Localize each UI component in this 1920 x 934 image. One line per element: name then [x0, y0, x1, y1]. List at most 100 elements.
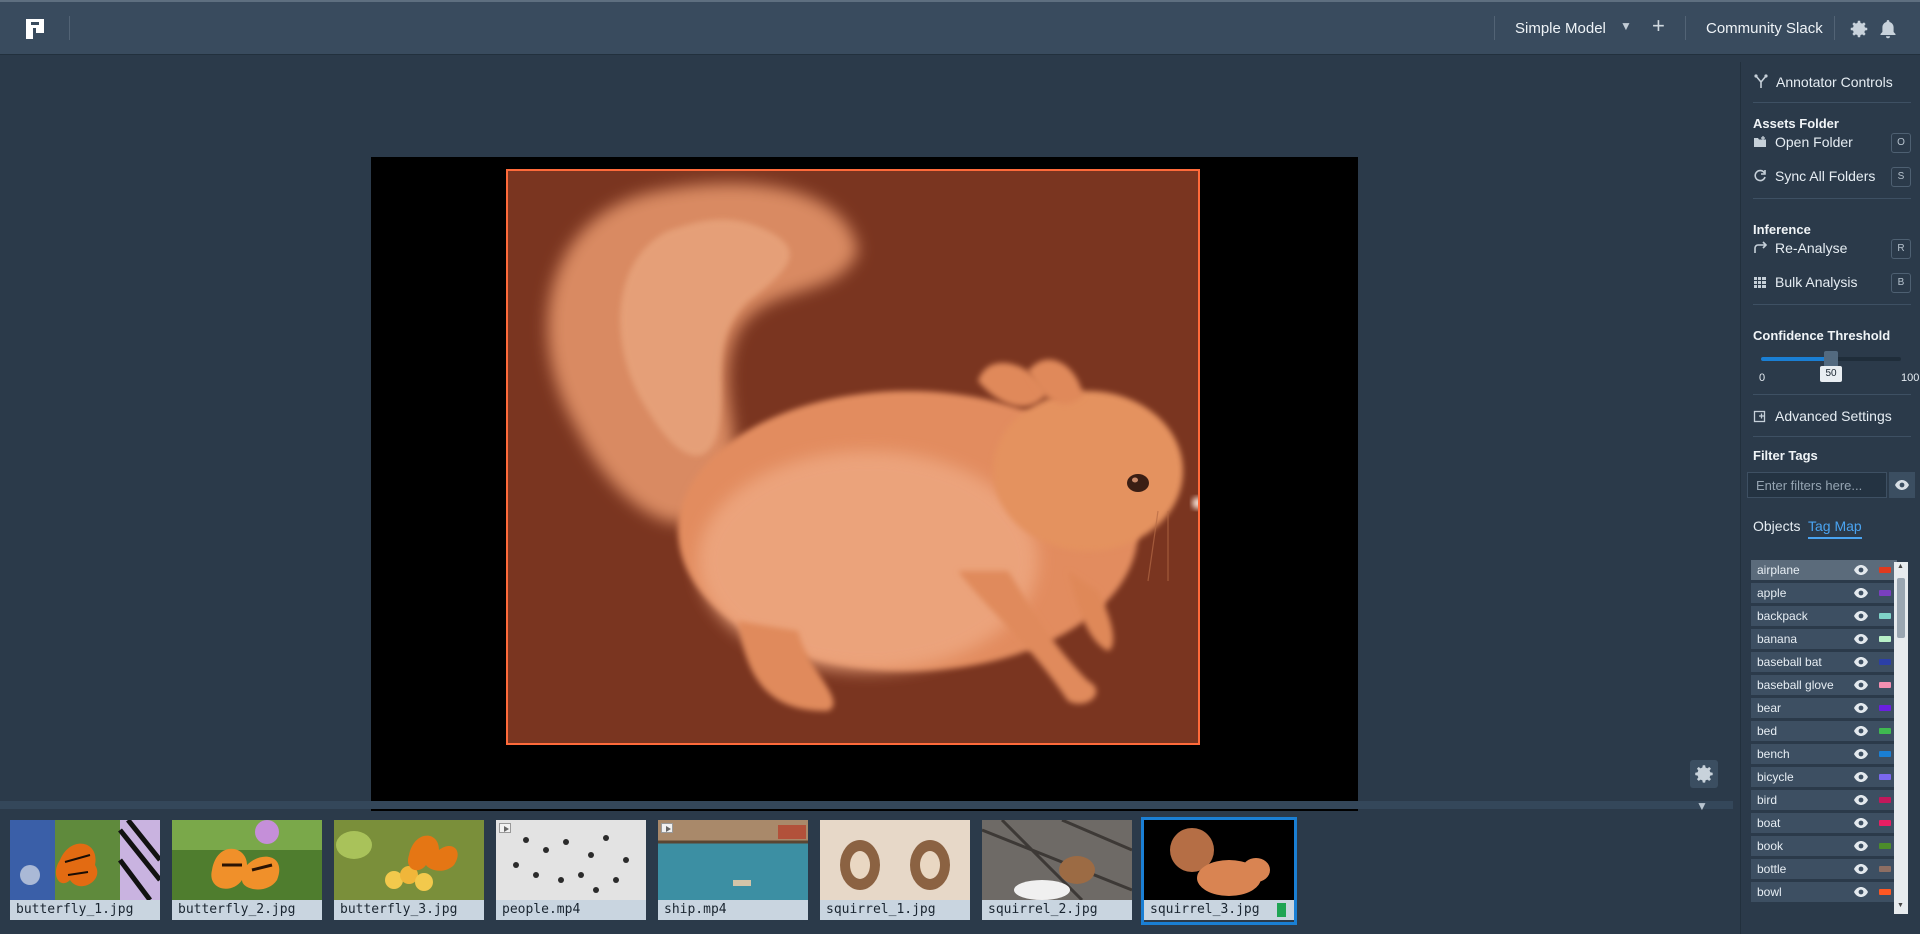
- external-settings-icon: [1753, 409, 1767, 423]
- filter-visibility-button[interactable]: [1889, 472, 1915, 498]
- squirrel-figure: [547, 183, 1198, 711]
- thumbnail[interactable]: butterfly_3.jpg: [334, 820, 484, 922]
- open-folder-button[interactable]: Open Folder O: [1753, 130, 1911, 154]
- scroll-up-icon[interactable]: ▲: [1897, 563, 1904, 570]
- bounding-box-airplane[interactable]: [506, 169, 1200, 745]
- tag-color-swatch[interactable]: [1879, 590, 1891, 596]
- tag-color-swatch[interactable]: [1879, 820, 1891, 826]
- community-slack-link[interactable]: Community Slack: [1706, 20, 1823, 37]
- panel-title: Annotator Controls: [1776, 74, 1893, 90]
- tag-color-swatch[interactable]: [1879, 659, 1891, 665]
- tag-list-scrollbar[interactable]: ▲ ▼: [1894, 562, 1908, 914]
- tag-row[interactable]: bird: [1751, 790, 1897, 810]
- advanced-settings-button[interactable]: Advanced Settings: [1753, 404, 1911, 428]
- gear-icon: [1695, 765, 1713, 783]
- tag-row[interactable]: airplane: [1751, 560, 1897, 580]
- shortcut-key: S: [1891, 167, 1911, 187]
- thumbnail[interactable]: butterfly_1.jpg: [10, 820, 160, 922]
- eye-icon[interactable]: [1853, 610, 1869, 622]
- eye-icon[interactable]: [1853, 679, 1869, 691]
- gear-icon[interactable]: [1848, 18, 1870, 40]
- tag-row[interactable]: bowl: [1751, 882, 1897, 902]
- tag-color-swatch[interactable]: [1879, 889, 1891, 895]
- thumbnail-label: people.mp4: [496, 900, 646, 920]
- eye-icon[interactable]: [1853, 587, 1869, 599]
- thumbnail[interactable]: butterfly_2.jpg: [172, 820, 322, 922]
- slider-handle[interactable]: [1824, 351, 1838, 367]
- thumbnail-label: squirrel_1.jpg: [820, 900, 970, 920]
- tab-objects[interactable]: Objects: [1753, 518, 1800, 534]
- sync-folders-button[interactable]: Sync All Folders S: [1753, 164, 1911, 188]
- tag-row[interactable]: backpack: [1751, 606, 1897, 626]
- tag-row[interactable]: banana: [1751, 629, 1897, 649]
- thumbnail-label: squirrel_2.jpg: [982, 900, 1132, 920]
- tag-color-swatch[interactable]: [1879, 613, 1891, 619]
- tag-row[interactable]: bench: [1751, 744, 1897, 764]
- bulk-analysis-button[interactable]: Bulk Analysis B: [1753, 270, 1911, 294]
- thumbnail[interactable]: people.mp4: [496, 820, 646, 922]
- eye-icon[interactable]: [1853, 564, 1869, 576]
- tag-color-swatch[interactable]: [1879, 728, 1891, 734]
- eye-icon[interactable]: [1853, 863, 1869, 875]
- tag-color-swatch[interactable]: [1879, 636, 1891, 642]
- annotation-canvas[interactable]: ▼: [0, 55, 1733, 815]
- tag-color-swatch[interactable]: [1879, 866, 1891, 872]
- eye-icon[interactable]: [1853, 886, 1869, 898]
- canvas-settings-button[interactable]: [1690, 760, 1718, 788]
- eye-icon[interactable]: [1853, 840, 1869, 852]
- eye-icon[interactable]: [1853, 656, 1869, 668]
- thumbnail-image: [10, 820, 160, 900]
- horizontal-scrollbar[interactable]: [0, 801, 1733, 809]
- refresh-icon: [1753, 169, 1767, 183]
- tag-row[interactable]: baseball glove: [1751, 675, 1897, 695]
- thumbnail-selected[interactable]: squirrel_3.jpg: [1141, 817, 1297, 925]
- tag-label: book: [1757, 839, 1784, 853]
- eye-icon[interactable]: [1853, 702, 1869, 714]
- thumbnail[interactable]: squirrel_2.jpg: [982, 820, 1132, 922]
- tag-color-swatch[interactable]: [1879, 705, 1891, 711]
- tag-row[interactable]: baseball bat: [1751, 652, 1897, 672]
- tag-row[interactable]: bicycle: [1751, 767, 1897, 787]
- divider: [1494, 16, 1495, 40]
- tag-color-swatch[interactable]: [1879, 682, 1891, 688]
- tag-label: bear: [1757, 701, 1782, 715]
- bell-icon[interactable]: [1879, 19, 1897, 39]
- assets-folder-title: Assets Folder: [1753, 116, 1839, 131]
- add-model-button[interactable]: +: [1652, 13, 1665, 39]
- reanalyse-button[interactable]: Re-Analyse R: [1753, 236, 1911, 260]
- divider: [1753, 198, 1911, 199]
- eye-icon[interactable]: [1853, 633, 1869, 645]
- thumbnail[interactable]: squirrel_1.jpg: [820, 820, 970, 922]
- panel-header[interactable]: Annotator Controls: [1753, 74, 1893, 90]
- eye-icon[interactable]: [1853, 817, 1869, 829]
- tag-row[interactable]: book: [1751, 836, 1897, 856]
- eye-icon[interactable]: [1853, 725, 1869, 737]
- tag-color-swatch[interactable]: [1879, 751, 1891, 757]
- chevron-down-icon[interactable]: ▼: [1620, 19, 1632, 33]
- thumbnail[interactable]: ship.mp4: [658, 820, 808, 922]
- filter-tags-input[interactable]: [1747, 472, 1887, 498]
- app-logo-icon[interactable]: [22, 16, 48, 42]
- scrollbar-thumb[interactable]: [1897, 578, 1905, 638]
- eye-icon[interactable]: [1853, 794, 1869, 806]
- tag-color-swatch[interactable]: [1879, 797, 1891, 803]
- confidence-slider[interactable]: [1761, 351, 1901, 367]
- tag-row[interactable]: bottle: [1751, 859, 1897, 879]
- bookmark-icon[interactable]: [1277, 903, 1286, 917]
- eye-icon[interactable]: [1853, 748, 1869, 760]
- tag-color-swatch[interactable]: [1879, 567, 1891, 573]
- tag-label: apple: [1757, 586, 1787, 600]
- tag-row[interactable]: boat: [1751, 813, 1897, 833]
- tag-row[interactable]: bear: [1751, 698, 1897, 718]
- tag-color-swatch[interactable]: [1879, 774, 1891, 780]
- tag-row[interactable]: apple: [1751, 583, 1897, 603]
- divider: [1753, 436, 1911, 437]
- model-selector-label[interactable]: Simple Model: [1515, 20, 1606, 37]
- shortcut-key: O: [1891, 133, 1911, 153]
- tag-color-swatch[interactable]: [1879, 843, 1891, 849]
- tab-tag-map[interactable]: Tag Map: [1808, 518, 1862, 539]
- tag-row[interactable]: bed: [1751, 721, 1897, 741]
- thumbnail-image: [496, 820, 646, 900]
- scroll-down-icon[interactable]: ▼: [1897, 902, 1904, 909]
- eye-icon[interactable]: [1853, 771, 1869, 783]
